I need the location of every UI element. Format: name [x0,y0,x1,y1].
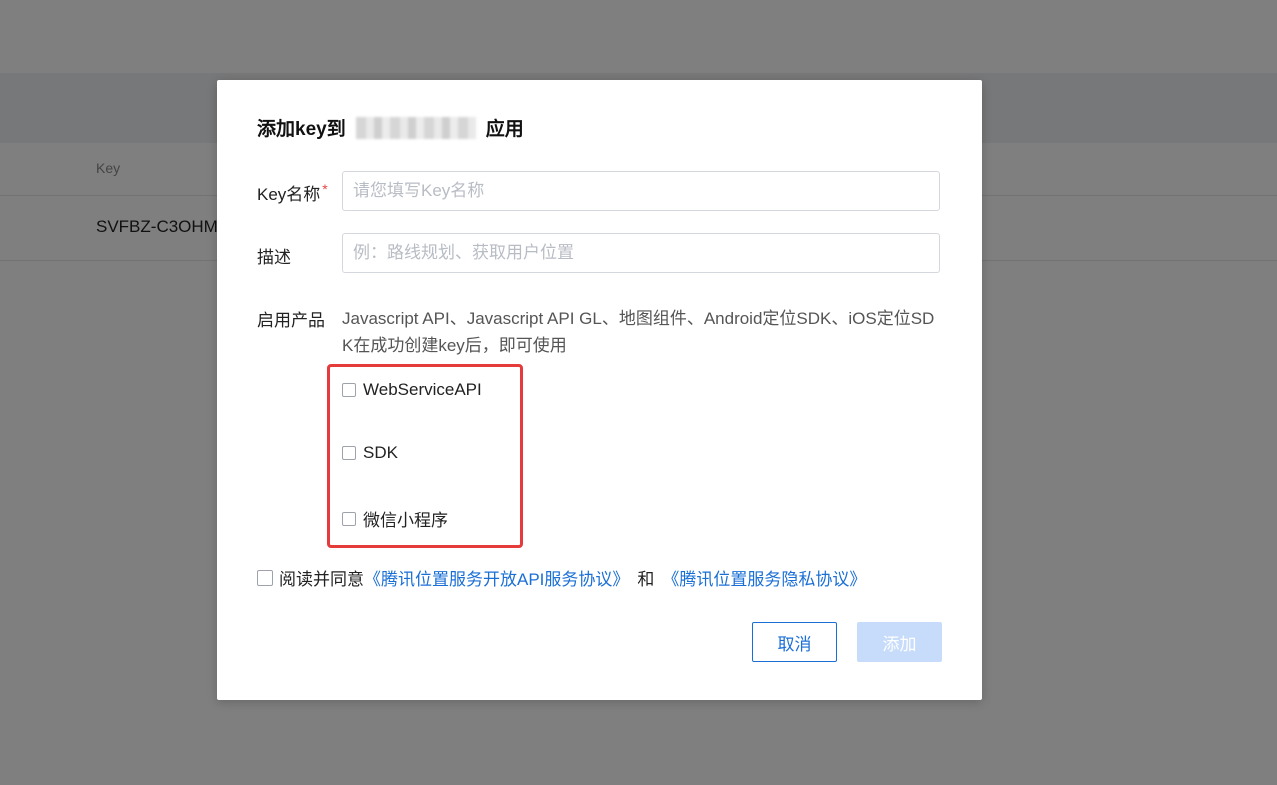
redacted-app-name [355,116,476,139]
checkbox[interactable] [342,446,356,460]
product-option-webserviceapi[interactable]: WebServiceAPI [342,380,482,400]
cancel-button[interactable]: 取消 [752,622,837,662]
key-name-input[interactable] [342,171,940,211]
dialog-title-suffix: 应用 [485,119,524,140]
agreement-checkbox[interactable] [257,569,273,586]
product-option-label: WebServiceAPI [363,380,482,399]
agreement-prefix: 阅读并同意 [279,570,364,589]
dialog-title: 添加key到 应用 [257,114,524,141]
agreement-and: 和 [637,570,655,589]
product-option-label: 微信小程序 [363,511,448,530]
products-label: 启用产品 [257,311,325,330]
checkbox[interactable] [342,511,356,526]
key-name-label: Key名称 * [257,180,328,205]
dialog-title-prefix: 添加key到 [257,119,346,140]
checkbox[interactable] [342,383,356,397]
product-option-sdk[interactable]: SDK [342,443,398,463]
add-button[interactable]: 添加 [857,622,942,662]
add-key-dialog: 添加key到 应用 Key名称* 描述 启用产品 Javascript API、… [217,80,982,700]
description-input[interactable] [342,233,940,273]
product-option-label: SDK [363,443,398,462]
api-service-agreement-link[interactable]: 《腾讯位置服务开放API服务协议》 [364,565,629,590]
key-name-label-text: Key名称 [257,185,321,204]
product-option-wechat-miniprogram[interactable]: 微信小程序 [342,506,448,531]
products-note: Javascript API、Javascript API GL、地图组件、An… [342,309,935,355]
privacy-agreement-link[interactable]: 《腾讯位置服务隐私协议》 [662,565,866,590]
agreement-row: 阅读并同意 《腾讯位置服务开放API服务协议》 和 《腾讯位置服务隐私协议》 [257,565,866,590]
required-mark: * [322,181,328,197]
description-label: 描述 [257,248,291,267]
